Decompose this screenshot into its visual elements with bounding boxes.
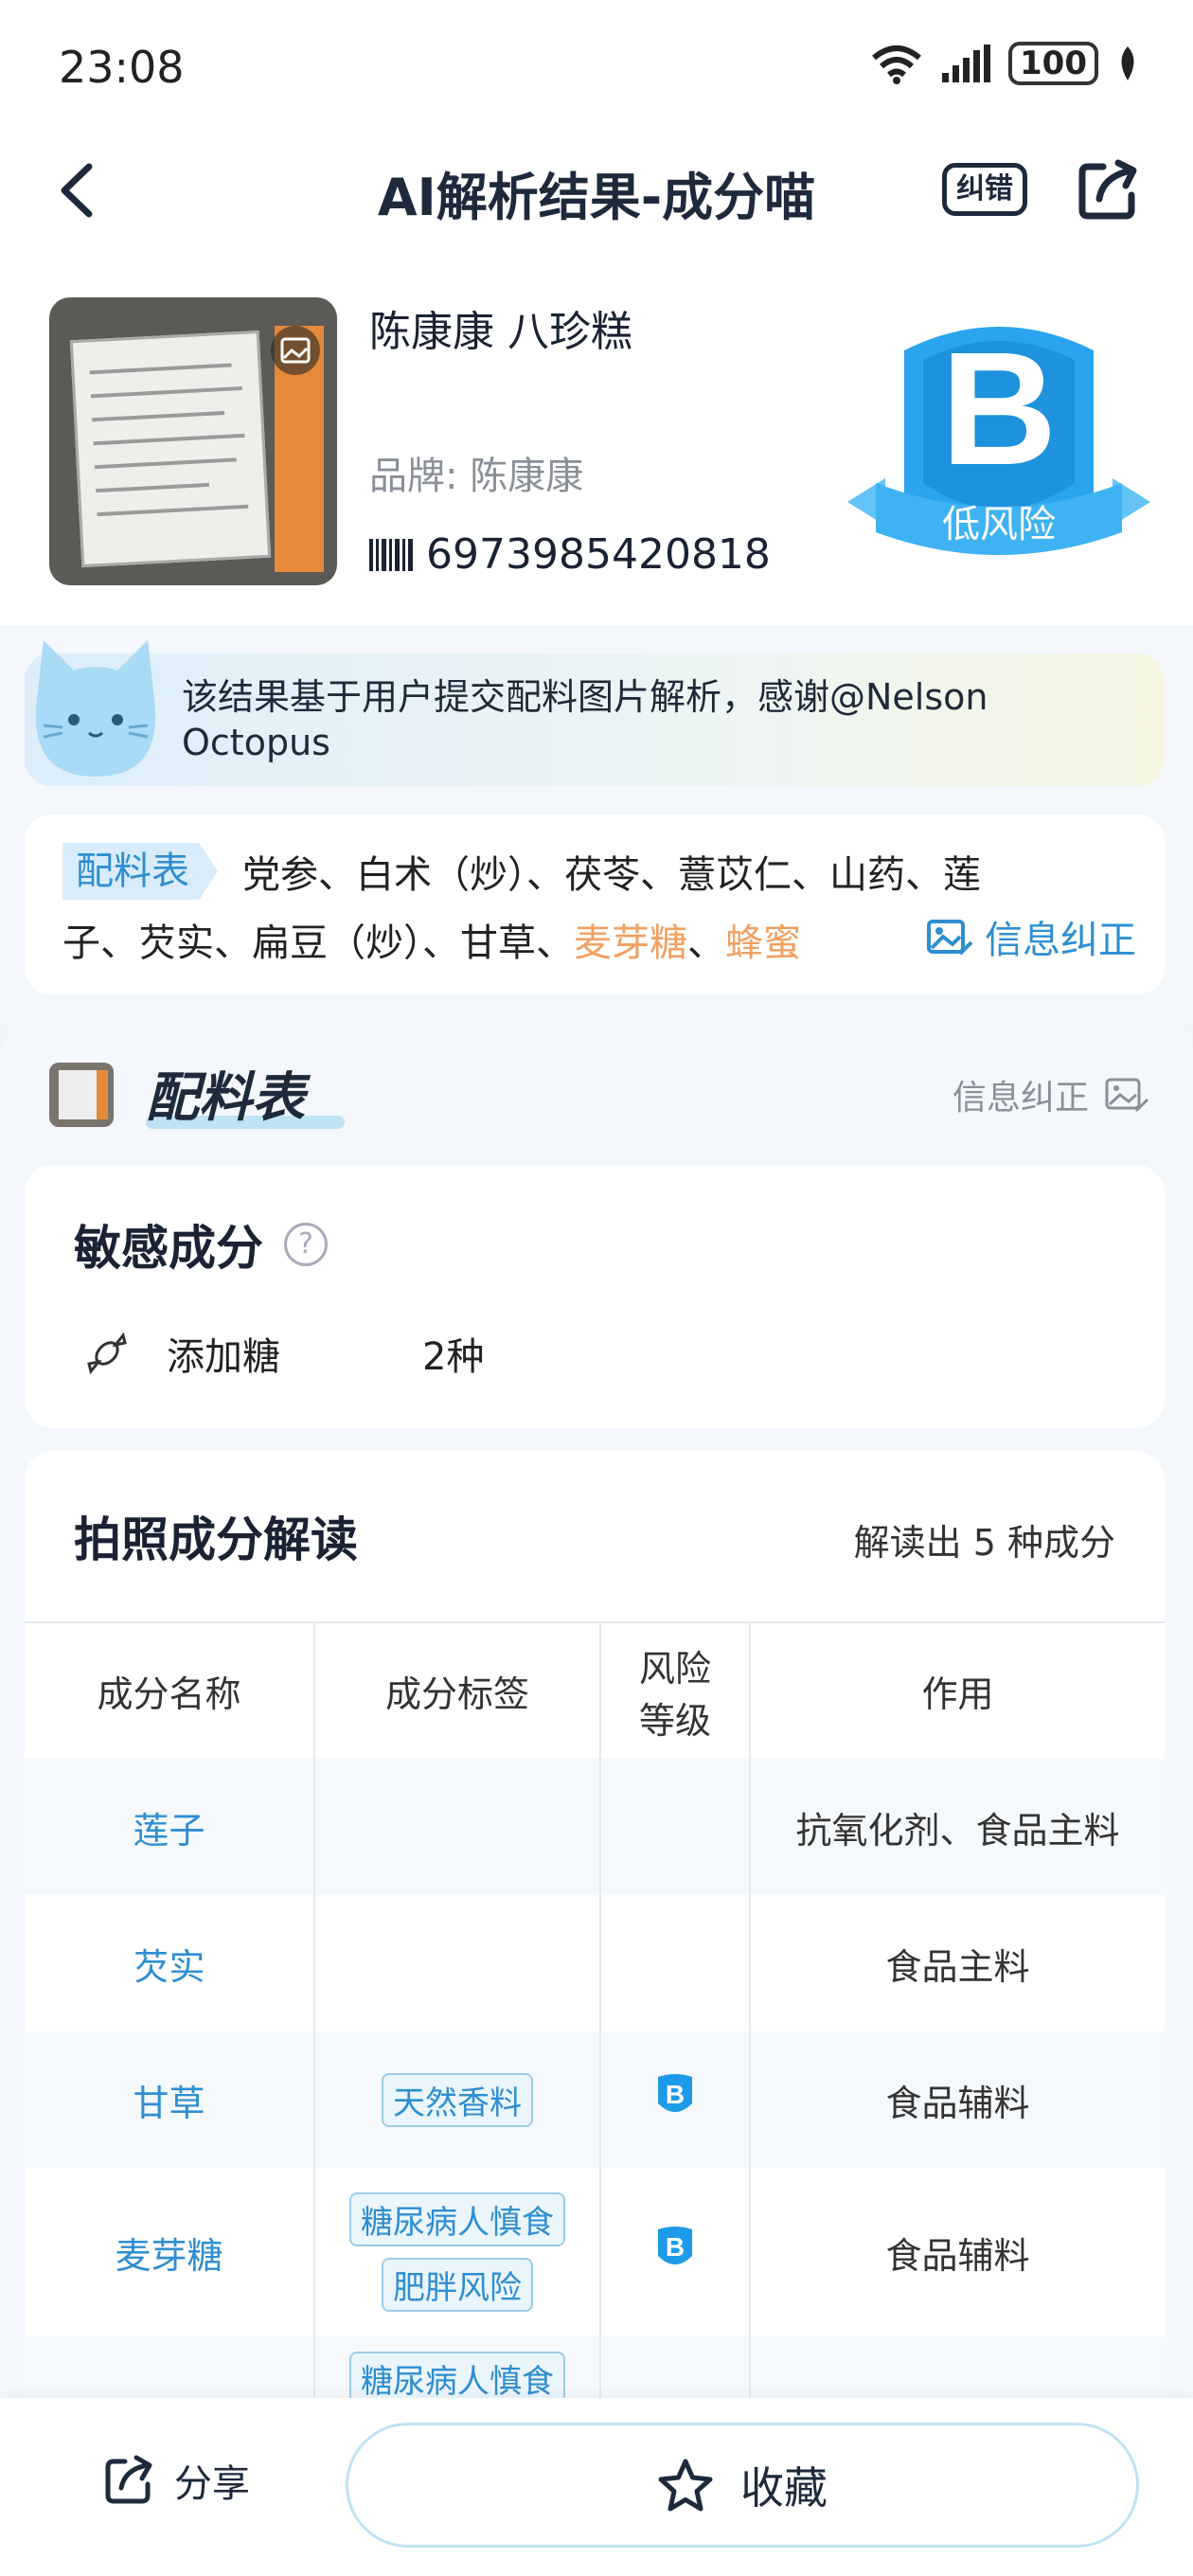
ingredient-effect: 食品辅料 [750, 2031, 1165, 2168]
share-button[interactable]: 分享 [102, 2453, 250, 2508]
ingredient-risk: B [600, 2168, 751, 2336]
battery-indicator: 100 [1008, 42, 1098, 85]
formula-section: 配料表 信息纠正 敏感成分 ? 添加糖 2种 拍照成分解读 解读出 5 种成分 … [0, 1021, 1193, 2455]
ingredient-text: 党参、白术（炒）、茯苓、薏苡仁、山药、莲子、芡实、扁豆（炒）、甘草、麦芽糖、蜂蜜 [62, 841, 1009, 977]
risk-b-icon: B [658, 2073, 692, 2112]
image-icon [271, 326, 320, 375]
signal-icon [942, 45, 991, 82]
ingredient-list: 党参、白术（炒）、茯苓、薏苡仁、山药、莲子、芡实、扁豆（炒）、甘草、 [62, 853, 981, 965]
bottom-bar: 分享 收藏 [0, 2398, 1193, 2576]
sensitive-name: 添加糖 [167, 1335, 280, 1379]
risk-grade-badge[interactable]: B 低风险 [847, 313, 1150, 578]
formula-correct-button[interactable]: 信息纠正 [953, 1070, 1149, 1119]
risk-b-letter: B [666, 2080, 685, 2109]
formula-header: 配料表 信息纠正 [0, 1021, 1193, 1163]
ingredient-effect: 抗氧化剂、食品主料 [750, 1759, 1165, 1895]
ingredient-analysis-card: 拍照成分解读 解读出 5 种成分 成分名称 成分标签 风险 等级 作用 莲子 抗… [25, 1451, 1165, 2455]
status-time: 23:08 [59, 42, 185, 93]
header-risk: 风险 等级 [600, 1621, 751, 1759]
ingredient-tags [314, 1895, 601, 2031]
header-effect: 作用 [750, 1621, 1165, 1759]
notice-banner: 该结果基于用户提交配料图片解析，感谢@Nelson Octopus [25, 640, 1165, 786]
ingredient-name[interactable]: 莲子 [25, 1759, 315, 1895]
ingredient-card: 配料表 党参、白术（炒）、茯苓、薏苡仁、山药、莲子、芡实、扁豆（炒）、甘草、麦芽… [25, 814, 1165, 994]
notice-text: 该结果基于用户提交配料图片解析，感谢@Nelson Octopus [182, 676, 988, 763]
product-barcode: 6973985420818 [369, 530, 771, 579]
wifi-icon [872, 45, 921, 84]
ingredient-name[interactable]: 甘草 [25, 2031, 315, 2168]
table-row[interactable]: 麦芽糖 糖尿病人慎食 肥胖风险 B 食品辅料 [25, 2168, 1165, 2336]
ingredient-highlight: 麦芽糖 [574, 921, 687, 965]
brand-label: 品牌: [369, 455, 458, 498]
ingredient-correct-label: 信息纠正 [985, 919, 1136, 962]
status-bar: 23:08 100 [0, 0, 1193, 133]
status-icons: 100 [870, 42, 1140, 85]
favorite-button[interactable]: 收藏 [346, 2423, 1139, 2548]
table-row[interactable]: 芡实 食品主料 [25, 1895, 1165, 2031]
ingredient-highlight: 蜂蜜 [725, 921, 801, 965]
sensitive-title-text: 敏感成分 [74, 1221, 263, 1276]
ingredient-tags: 糖尿病人慎食 肥胖风险 [314, 2168, 601, 2336]
ingredient-name[interactable]: 芡实 [25, 1895, 315, 2031]
header-risk-line2: 等级 [638, 1699, 711, 1742]
correct-button[interactable]: 纠错 [942, 163, 1027, 216]
help-icon[interactable]: ? [284, 1223, 328, 1266]
image-edit-icon [1105, 1078, 1149, 1113]
ingredient-effect: 食品主料 [750, 1895, 1165, 2031]
ingredient-risk [600, 1759, 751, 1895]
share-icon [105, 2455, 152, 2504]
barcode-icon [369, 538, 413, 571]
ingredient-tags: 天然香料 [314, 2031, 601, 2168]
ingredient-effect: 食品辅料 [750, 2168, 1165, 2336]
formula-thumbnail[interactable] [49, 1063, 114, 1127]
barcode-value: 6973985420818 [426, 530, 771, 579]
ingredient-tag-chip[interactable]: 糖尿病人慎食 [349, 2192, 565, 2246]
analysis-summary: 解读出 5 种成分 [853, 1522, 1115, 1564]
share-icon[interactable] [1075, 157, 1141, 224]
product-brand: 品牌: 陈康康 [369, 445, 583, 500]
nav-bar: AI解析结果-成分喵 纠错 [0, 133, 1193, 256]
photo-paper [69, 330, 272, 568]
ingredient-tags [314, 1759, 601, 1895]
header-name: 成分名称 [25, 1621, 315, 1759]
formula-title: 配料表 [146, 1067, 305, 1129]
ingredient-risk [600, 1895, 751, 2031]
cat-mascot-icon [35, 640, 156, 777]
product-header: 陈康康 八珍糕 品牌: 陈康康 6973985420818 B 低风险 [0, 256, 1193, 625]
share-label: 分享 [174, 2462, 250, 2506]
sensitive-count: 2种 [422, 1335, 485, 1379]
ingredient-tag-chip[interactable]: 天然香料 [382, 2072, 533, 2127]
sensitive-row[interactable]: 添加糖 2种 [83, 1326, 484, 1381]
candy-icon [87, 1332, 127, 1375]
table-row[interactable]: 莲子 抗氧化剂、食品主料 [25, 1759, 1165, 1895]
risk-b-letter: B [666, 2232, 685, 2262]
product-name: 陈康康 八珍糕 [369, 308, 632, 356]
ingredient-tag-chip[interactable]: 肥胖风险 [382, 2258, 533, 2312]
ingredient-correct-button[interactable]: 信息纠正 [926, 909, 1136, 964]
notice-section: 该结果基于用户提交配料图片解析，感谢@Nelson Octopus 配料表 党参… [0, 625, 1193, 1023]
product-photo[interactable] [49, 297, 337, 585]
star-icon [658, 2459, 713, 2512]
ingredient-risk: B [600, 2031, 751, 2168]
risk-b-icon: B [658, 2226, 692, 2264]
ingredient-table: 成分名称 成分标签 风险 等级 作用 莲子 抗氧化剂、食品主料 芡实 食品主料 … [25, 1621, 1165, 2455]
sensitive-title: 敏感成分 ? [74, 1210, 328, 1279]
brand-value: 陈康康 [470, 455, 584, 498]
header-tag: 成分标签 [314, 1621, 601, 1759]
sensitive-card: 敏感成分 ? 添加糖 2种 [25, 1165, 1165, 1428]
table-row[interactable]: 甘草 天然香料 B 食品辅料 [25, 2031, 1165, 2168]
screen: 23:08 100 AI解析结果-成分喵 纠错 陈康康 八珍糕 品牌: 陈康康 … [0, 0, 1193, 2576]
risk-grade-text: 低风险 [942, 503, 1056, 546]
risk-grade-letter: B [941, 319, 1058, 499]
formula-correct-label: 信息纠正 [952, 1079, 1089, 1118]
table-header-row: 成分名称 成分标签 风险 等级 作用 [25, 1621, 1165, 1759]
leaf-icon [1121, 46, 1134, 80]
ingredient-name[interactable]: 麦芽糖 [25, 2168, 315, 2336]
image-edit-icon [927, 920, 973, 956]
favorite-label: 收藏 [740, 2462, 828, 2513]
header-risk-line1: 风险 [638, 1647, 711, 1690]
analysis-title: 拍照成分解读 [74, 1512, 358, 1567]
ingredient-separator: 、 [687, 921, 725, 965]
